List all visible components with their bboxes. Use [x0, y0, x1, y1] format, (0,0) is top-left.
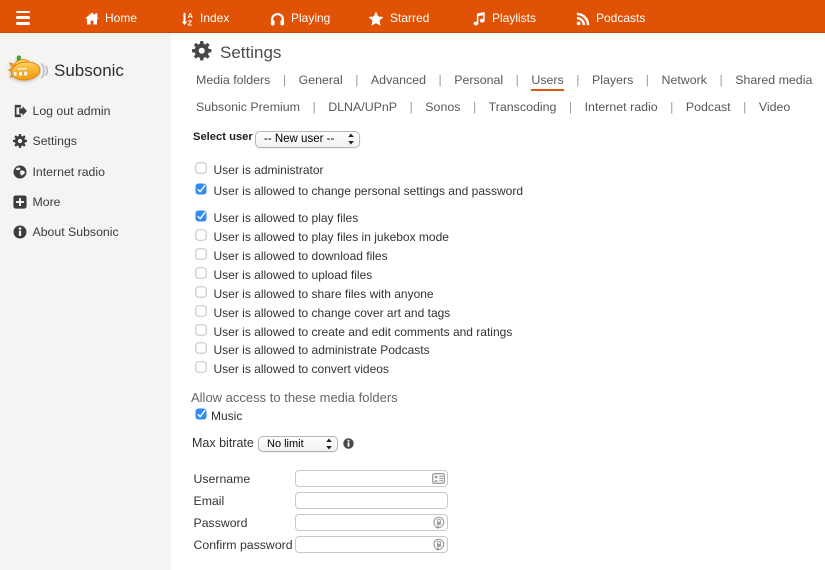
svg-text:Z: Z — [188, 18, 193, 26]
